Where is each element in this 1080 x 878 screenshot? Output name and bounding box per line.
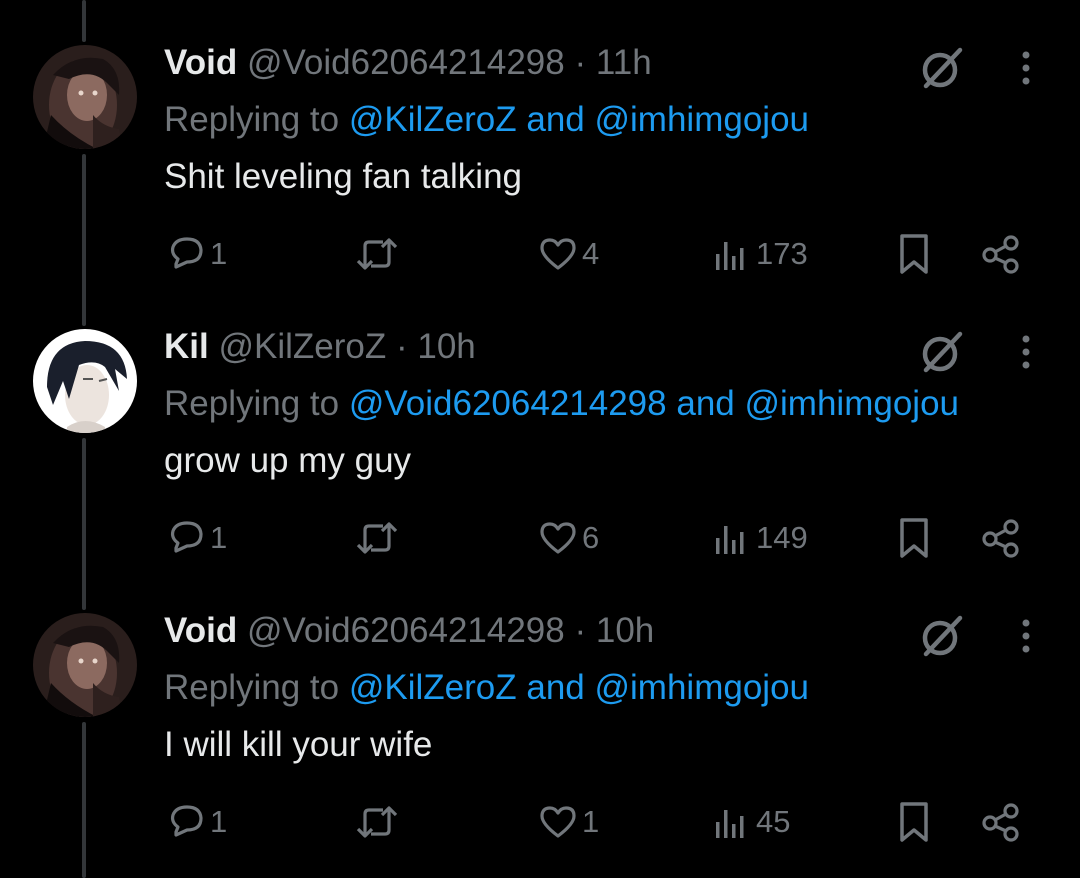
grok-icon[interactable] — [918, 328, 966, 376]
more-icon[interactable] — [1018, 334, 1034, 370]
like-icon — [540, 238, 576, 270]
bookmark-icon — [900, 234, 928, 274]
handle[interactable]: @KilZeroZ — [218, 327, 386, 366]
share-button[interactable] — [980, 224, 1022, 284]
share-button[interactable] — [980, 792, 1022, 852]
mention-link[interactable]: @imhimgojou — [745, 384, 960, 423]
views-icon — [716, 810, 744, 838]
retweet-button[interactable] — [355, 792, 399, 852]
avatar[interactable] — [33, 613, 137, 717]
tweet-text: I will kill your wife — [164, 725, 433, 764]
like-button[interactable]: 1 — [538, 792, 599, 852]
bookmark-button[interactable] — [894, 792, 934, 852]
replying-prefix: Replying to — [164, 100, 340, 139]
action-bar: 1 6 149 — [0, 508, 1080, 568]
replying-prefix: Replying to — [164, 384, 340, 423]
mention-link[interactable]: @imhimgojou — [595, 100, 810, 139]
and-word[interactable]: and — [676, 384, 734, 423]
separator: · — [574, 43, 587, 82]
share-icon — [982, 803, 1019, 842]
mention-link[interactable]: @KilZeroZ — [349, 668, 517, 707]
handle[interactable]: @Void62064214298 — [247, 611, 565, 650]
timestamp[interactable]: 10h — [417, 327, 475, 366]
reply-count: 1 — [210, 236, 228, 271]
more-icon[interactable] — [1018, 50, 1034, 86]
like-count: 6 — [582, 520, 600, 555]
mention-link[interactable]: @KilZeroZ — [349, 100, 517, 139]
like-button[interactable]: 4 — [538, 224, 599, 284]
tweet-header: Void @Void62064214298 · 11h — [164, 40, 652, 86]
view-count: 173 — [756, 236, 808, 271]
view-count: 149 — [756, 520, 808, 555]
like-count: 4 — [582, 236, 600, 271]
reply-icon — [170, 805, 203, 837]
display-name[interactable]: Void — [164, 43, 237, 82]
views-button[interactable]: 173 — [712, 224, 808, 284]
reply-count: 1 — [210, 804, 228, 839]
action-bar: 1 4 173 — [0, 224, 1080, 284]
tweet[interactable]: Void @Void62064214298 · 11h Replying to … — [0, 0, 1080, 284]
replying-prefix: Replying to — [164, 668, 340, 707]
like-button[interactable]: 6 — [538, 508, 599, 568]
reply-icon — [170, 521, 203, 553]
retweet-button[interactable] — [355, 224, 399, 284]
reply-button[interactable]: 1 — [166, 792, 227, 852]
and-word[interactable]: and — [526, 100, 584, 139]
display-name[interactable]: Void — [164, 611, 237, 650]
like-icon — [540, 522, 576, 554]
separator: · — [574, 611, 587, 650]
share-icon — [982, 519, 1019, 558]
grok-icon[interactable] — [918, 612, 966, 660]
timestamp[interactable]: 11h — [596, 43, 652, 82]
views-button[interactable]: 45 — [712, 792, 790, 852]
views-button[interactable]: 149 — [712, 508, 808, 568]
views-icon — [716, 242, 744, 270]
replying-to: Replying to @Void62064214298 and @imhimg… — [164, 381, 959, 427]
tweet[interactable]: Kil @KilZeroZ · 10h Replying to @Void620… — [0, 284, 1080, 568]
replying-to: Replying to @KilZeroZ and @imhimgojou — [164, 665, 809, 711]
view-count: 45 — [756, 804, 791, 839]
avatar[interactable] — [33, 329, 137, 433]
grok-icon[interactable] — [918, 44, 966, 92]
share-button[interactable] — [980, 508, 1022, 568]
retweet-icon — [356, 806, 398, 838]
more-icon[interactable] — [1018, 618, 1034, 654]
reply-count: 1 — [210, 520, 228, 555]
retweet-button[interactable] — [355, 508, 399, 568]
reply-icon — [170, 237, 203, 269]
handle[interactable]: @Void62064214298 — [247, 43, 565, 82]
like-count: 1 — [582, 804, 600, 839]
tweet[interactable]: Void @Void62064214298 · 10h Replying to … — [0, 568, 1080, 852]
tweet-text: Shit leveling fan talking — [164, 157, 522, 196]
bookmark-button[interactable] — [894, 508, 934, 568]
bookmark-icon — [900, 518, 928, 558]
mention-link[interactable]: @imhimgojou — [595, 668, 810, 707]
and-word[interactable]: and — [526, 668, 584, 707]
mention-link[interactable]: @Void62064214298 — [349, 384, 667, 423]
retweet-icon — [356, 522, 398, 554]
bookmark-button[interactable] — [894, 224, 934, 284]
reply-button[interactable]: 1 — [166, 224, 227, 284]
display-name[interactable]: Kil — [164, 327, 209, 366]
action-bar: 1 1 45 — [0, 792, 1080, 852]
views-icon — [716, 526, 744, 554]
replying-to: Replying to @KilZeroZ and @imhimgojou — [164, 97, 809, 143]
tweet-header: Kil @KilZeroZ · 10h — [164, 324, 476, 370]
timestamp[interactable]: 10h — [596, 611, 654, 650]
tweet-text: grow up my guy — [164, 441, 412, 480]
bookmark-icon — [900, 802, 928, 842]
avatar[interactable] — [33, 45, 137, 149]
retweet-icon — [356, 238, 398, 270]
like-icon — [540, 806, 576, 838]
share-icon — [982, 235, 1019, 274]
tweet-header: Void @Void62064214298 · 10h — [164, 608, 654, 654]
reply-button[interactable]: 1 — [166, 508, 227, 568]
separator: · — [395, 327, 408, 366]
